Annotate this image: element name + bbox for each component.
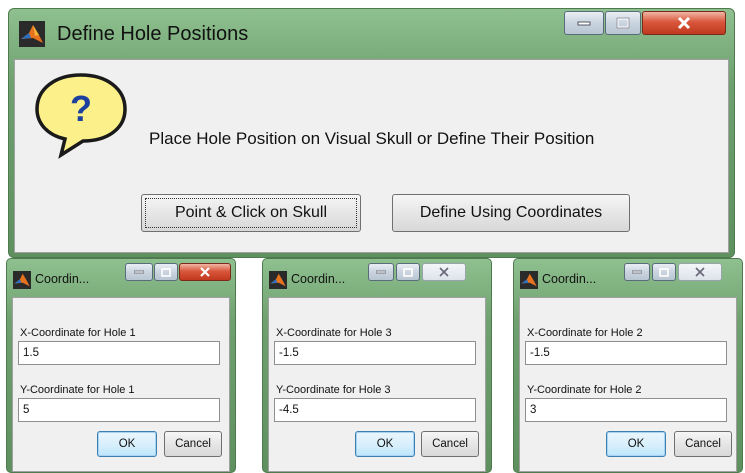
x-coordinate-label: X-Coordinate for Hole 2 <box>527 327 643 339</box>
cancel-button[interactable]: Cancel <box>674 431 732 457</box>
close-button[interactable] <box>179 263 231 281</box>
maximize-button[interactable] <box>154 263 178 281</box>
close-icon <box>677 16 691 30</box>
cancel-button[interactable]: Cancel <box>164 431 222 457</box>
ok-button[interactable]: OK <box>97 431 157 457</box>
minimize-button[interactable] <box>368 263 394 281</box>
close-button[interactable] <box>422 263 466 281</box>
minimize-icon <box>632 270 642 274</box>
maximize-button[interactable] <box>652 263 676 281</box>
title-bar[interactable]: Coordin... <box>7 259 235 295</box>
point-click-on-skull-button[interactable]: Point & Click on Skull <box>141 194 361 232</box>
cancel-button[interactable]: Cancel <box>421 431 479 457</box>
matlab-icon <box>13 271 31 289</box>
close-button[interactable] <box>642 11 726 35</box>
minimize-button[interactable] <box>564 11 604 35</box>
window-title: Coordin... <box>291 272 346 286</box>
x-coordinate-label: X-Coordinate for Hole 1 <box>20 327 136 339</box>
close-button[interactable] <box>678 263 722 281</box>
minimize-icon <box>376 270 386 274</box>
maximize-icon <box>616 17 630 29</box>
title-bar[interactable]: Coordin... <box>514 259 742 295</box>
x-coordinate-label: X-Coordinate for Hole 3 <box>276 327 392 339</box>
svg-text:?: ? <box>70 88 92 129</box>
maximize-button[interactable] <box>605 11 641 35</box>
y-coordinate-input[interactable] <box>525 398 727 422</box>
prompt-text: Place Hole Position on Visual Skull or D… <box>149 129 595 148</box>
window-title: Coordin... <box>35 272 90 286</box>
window-title: Coordin... <box>542 272 597 286</box>
minimize-button[interactable] <box>624 263 650 281</box>
help-question-icon: ? <box>31 69 131 159</box>
window-title: Define Hole Positions <box>57 23 249 45</box>
y-coordinate-input[interactable] <box>274 398 476 422</box>
title-bar[interactable]: Coordin... <box>263 259 491 295</box>
y-coordinate-label: Y-Coordinate for Hole 2 <box>527 384 642 396</box>
maximize-icon <box>161 267 171 277</box>
minimize-button[interactable] <box>125 263 153 281</box>
maximize-icon <box>403 267 413 277</box>
maximize-button[interactable] <box>396 263 420 281</box>
define-hole-positions-window: Define Hole Positions ? Place Hole Posit… <box>8 8 735 258</box>
y-coordinate-label: Y-Coordinate for Hole 1 <box>20 384 135 396</box>
x-coordinate-input[interactable] <box>18 341 220 365</box>
y-coordinate-input[interactable] <box>18 398 220 422</box>
close-icon <box>439 267 449 277</box>
matlab-icon <box>19 21 45 47</box>
minimize-icon <box>577 21 591 26</box>
coordinates-dialog-hole-2: Coordin... X-Coordinate for Hole 2 Y-Coo… <box>513 258 743 473</box>
matlab-icon <box>269 271 287 289</box>
coordinates-dialog-hole-1: Coordin... X-Coordinate for Hole 1 Y-Coo… <box>6 258 236 473</box>
matlab-icon <box>520 271 538 289</box>
define-using-coordinates-button[interactable]: Define Using Coordinates <box>392 194 630 232</box>
ok-button[interactable]: OK <box>355 431 415 457</box>
coordinates-dialog-hole-3: Coordin... X-Coordinate for Hole 3 Y-Coo… <box>262 258 492 473</box>
close-icon <box>695 267 705 277</box>
x-coordinate-input[interactable] <box>525 341 727 365</box>
title-bar[interactable]: Define Hole Positions <box>9 9 734 57</box>
y-coordinate-label: Y-Coordinate for Hole 3 <box>276 384 391 396</box>
ok-button[interactable]: OK <box>606 431 666 457</box>
close-icon <box>200 267 210 277</box>
x-coordinate-input[interactable] <box>274 341 476 365</box>
minimize-icon <box>134 270 144 274</box>
maximize-icon <box>659 267 669 277</box>
